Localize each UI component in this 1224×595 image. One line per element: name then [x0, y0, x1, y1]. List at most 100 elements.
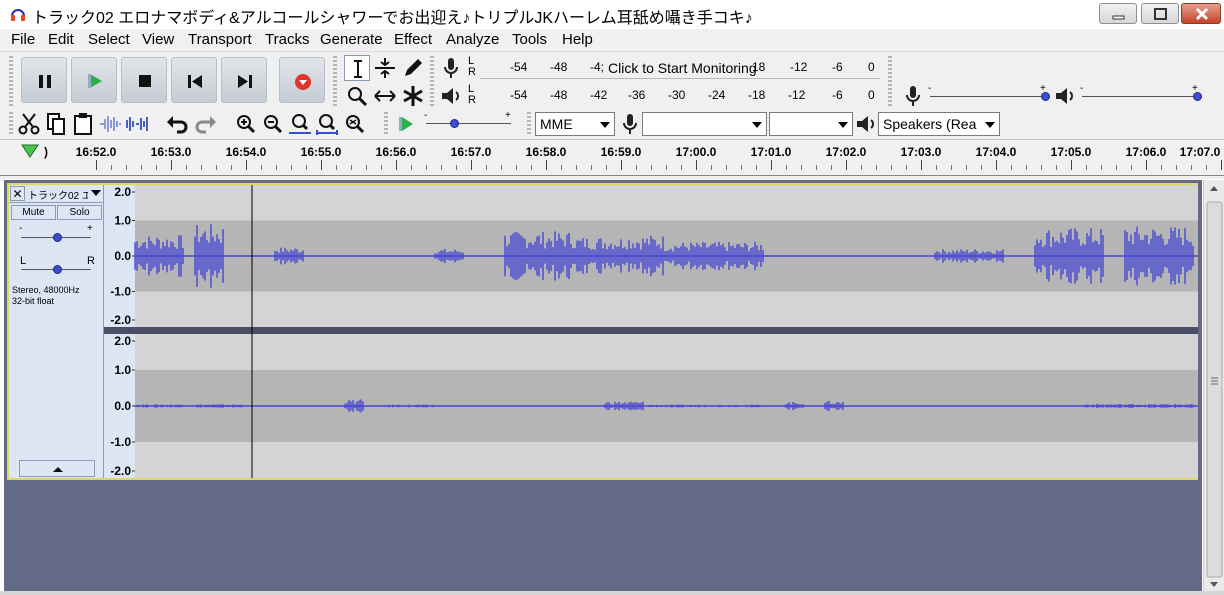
playback-meter-button[interactable]	[438, 83, 464, 109]
ruler-minor-tick	[276, 165, 277, 170]
menu-edit[interactable]: Edit	[48, 31, 74, 48]
menu-view[interactable]: View	[142, 31, 174, 48]
mute-button[interactable]: Mute	[11, 205, 56, 220]
menu-generate[interactable]: Generate	[320, 31, 383, 48]
cut-button[interactable]	[16, 111, 42, 137]
track-bit-depth: 32-bit float	[12, 296, 55, 306]
waveform-canvas[interactable]: 2.0 1.0 0.0 -1.0 -2.0 2.0 1.0 0.0 -1.0 -2.0	[104, 185, 1198, 478]
playback-meter-lr: LR	[468, 83, 476, 106]
meter-tick: 0	[868, 88, 875, 102]
recording-volume-slider[interactable]: - +	[928, 83, 1053, 105]
menu-effect[interactable]: Effect	[394, 31, 432, 48]
ruler-tick	[996, 160, 997, 170]
record-meter[interactable]: -54 -48 -4; Click to Start Monitoring 18…	[480, 55, 880, 79]
maximize-button[interactable]	[1141, 3, 1179, 24]
toolbar-grip[interactable]	[9, 112, 13, 136]
slider-knob[interactable]	[1193, 92, 1202, 101]
toolbar-grip[interactable]	[384, 112, 388, 136]
record-meter-button[interactable]	[438, 55, 464, 81]
toolbar-grip[interactable]	[333, 56, 337, 108]
menu-select[interactable]: Select	[88, 31, 130, 48]
menu-file[interactable]: File	[11, 31, 35, 48]
close-track-icon[interactable]: ✕	[10, 186, 25, 201]
pause-button[interactable]	[21, 57, 67, 103]
toolbar-grip[interactable]	[527, 112, 531, 136]
play-at-speed-icon	[399, 117, 413, 131]
minimize-button[interactable]	[1099, 3, 1137, 24]
close-button[interactable]	[1181, 3, 1221, 24]
channel-separator	[104, 327, 1198, 334]
stop-button[interactable]	[121, 57, 167, 103]
solo-button[interactable]: Solo	[57, 205, 102, 220]
fit-selection-icon	[289, 114, 311, 134]
ruler-minor-tick	[231, 165, 232, 170]
silence-audio-button[interactable]	[124, 111, 150, 137]
ruler-label: 16:52.0	[75, 145, 117, 159]
scale-label: -1.0	[110, 435, 131, 449]
slider-track	[930, 96, 1048, 97]
ruler-label: 16:53.0	[150, 145, 192, 159]
gain-slider[interactable]: - +	[17, 223, 97, 245]
toolbar-grip[interactable]	[430, 56, 434, 108]
redo-icon	[195, 116, 216, 134]
trim-audio-button[interactable]	[97, 111, 123, 137]
playback-device-dropdown[interactable]: Speakers (Rea	[878, 112, 1000, 136]
slider-knob[interactable]	[1041, 92, 1050, 101]
collapse-track-button[interactable]	[19, 460, 95, 477]
copy-button[interactable]	[43, 111, 69, 137]
zoom-in-button[interactable]	[233, 111, 259, 137]
play-at-speed-slider[interactable]: - +	[424, 110, 516, 132]
record-button[interactable]	[279, 57, 325, 103]
zoom-toggle-button[interactable]	[341, 111, 367, 137]
track-control-panel[interactable]: ✕ トラック02 エロ Mute Solo - + L R Stereo, 48…	[9, 185, 104, 478]
redo-button[interactable]	[192, 111, 218, 137]
menu-tracks[interactable]: Tracks	[265, 31, 309, 48]
envelope-tool[interactable]	[372, 55, 398, 81]
slider-knob[interactable]	[53, 233, 62, 242]
ruler-tick	[246, 160, 247, 170]
playback-meter[interactable]: -54 -48 -42 -36 -30 -24 -18 -12 -6 0	[480, 83, 880, 107]
toolbar-grip[interactable]	[9, 56, 13, 106]
selection-tool[interactable]	[344, 55, 370, 81]
menu-analyze[interactable]: Analyze	[446, 31, 499, 48]
skip-to-end-button[interactable]	[221, 57, 267, 103]
paste-button[interactable]	[70, 111, 96, 137]
playback-volume-slider[interactable]: - +	[1080, 83, 1205, 105]
slider-knob[interactable]	[450, 119, 459, 128]
pan-slider[interactable]: L R	[17, 255, 97, 275]
draw-tool[interactable]	[400, 55, 426, 81]
recording-channels-dropdown[interactable]	[769, 112, 853, 136]
time-shift-tool[interactable]	[372, 83, 398, 109]
track-name[interactable]: トラック02 エロ	[28, 187, 88, 202]
zoom-toggle-icon	[346, 115, 365, 134]
slider-knob[interactable]	[53, 265, 62, 274]
ruler-minor-tick	[156, 165, 157, 170]
vertical-scrollbar[interactable]	[1203, 180, 1224, 591]
fit-selection-button[interactable]	[287, 111, 313, 137]
play-head-icon[interactable]	[20, 143, 40, 159]
fit-project-button[interactable]	[314, 111, 340, 137]
timeline-ruler[interactable]: ) 16:52.0 16:53.0 16:54.0 16:55.0 16:56.…	[0, 139, 1224, 179]
ruler-minor-tick	[786, 165, 787, 170]
mute-label: Mute	[22, 207, 45, 218]
menu-help[interactable]: Help	[562, 31, 593, 48]
zoom-tool[interactable]	[344, 83, 370, 109]
multi-tool[interactable]	[400, 83, 426, 109]
horizontal-scrollbar[interactable]	[0, 591, 1224, 595]
monitor-prompt[interactable]: Click to Start Monitoring	[608, 60, 757, 76]
undo-button[interactable]	[165, 111, 191, 137]
ruler-minor-tick	[1116, 165, 1117, 170]
ruler-label: 16:59.0	[600, 145, 642, 159]
audio-host-dropdown[interactable]: MME	[535, 112, 615, 136]
menu-tools[interactable]: Tools	[512, 31, 547, 48]
track-menu-arrow-icon[interactable]	[91, 190, 101, 196]
skip-to-start-button[interactable]	[171, 57, 217, 103]
play-at-speed-button[interactable]	[393, 111, 419, 137]
recording-device-dropdown[interactable]	[642, 112, 767, 136]
toolbar-grip[interactable]	[888, 56, 892, 108]
slider-track	[1082, 96, 1200, 97]
meter-tick: -42	[590, 88, 608, 102]
zoom-out-button[interactable]	[260, 111, 286, 137]
play-button[interactable]	[71, 57, 117, 103]
menu-transport[interactable]: Transport	[188, 31, 252, 48]
